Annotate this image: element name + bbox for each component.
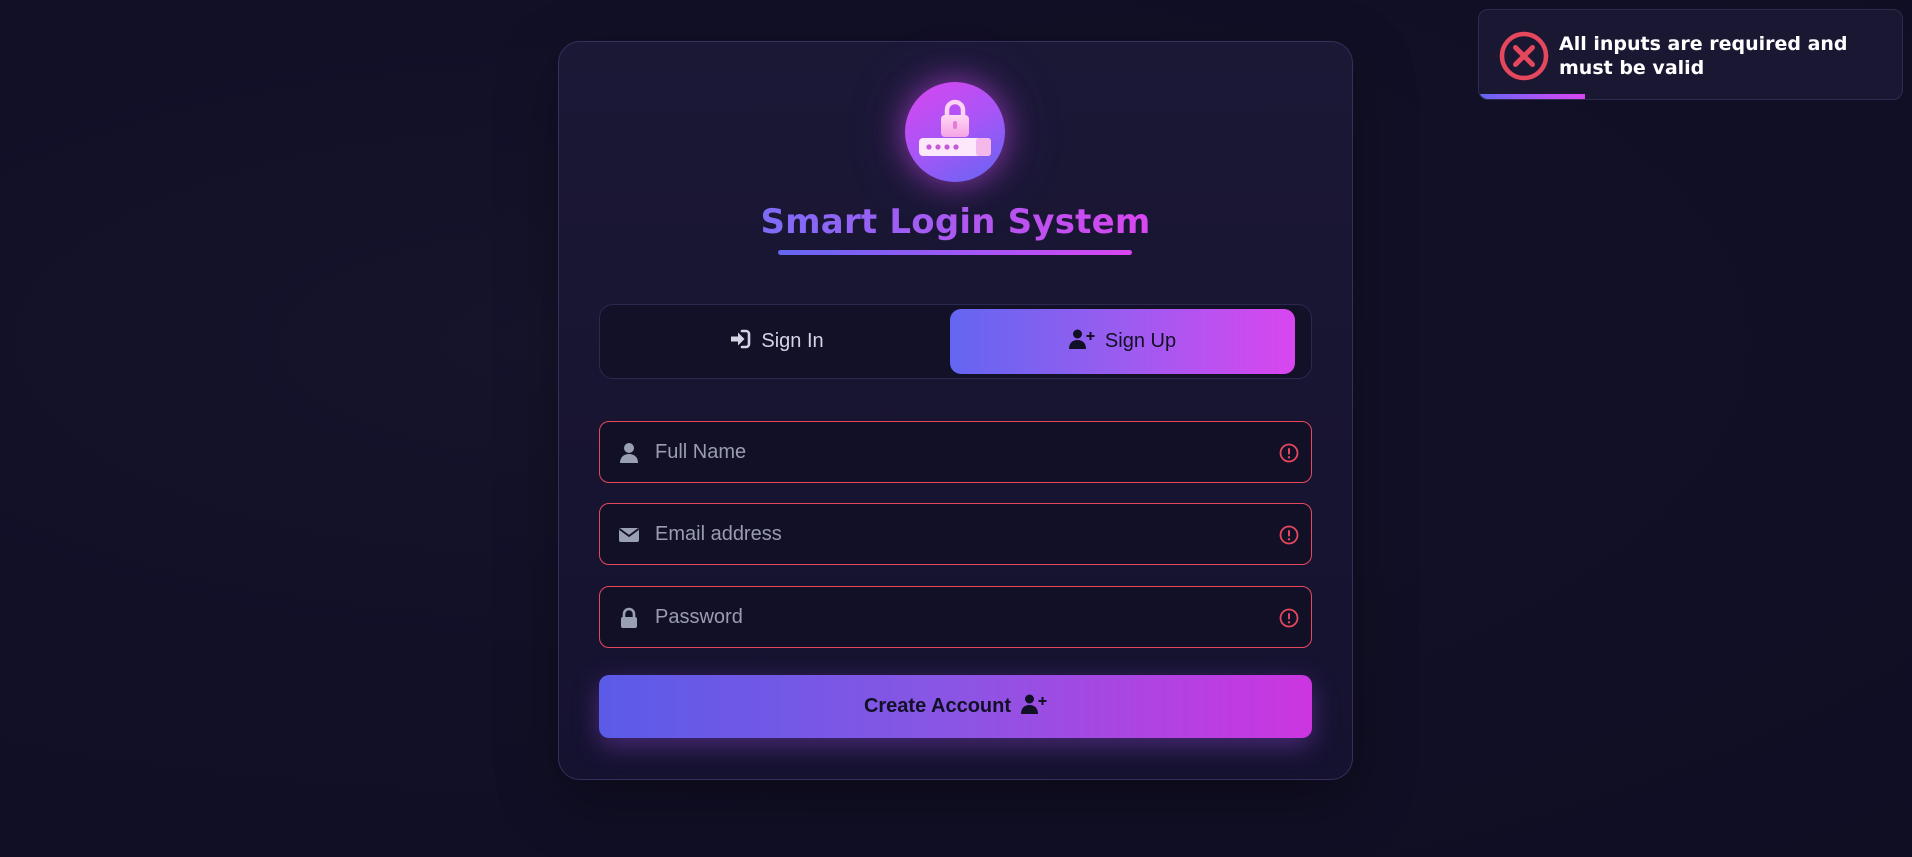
lock-password-icon: [905, 82, 1005, 182]
lock-icon: [618, 607, 640, 629]
user-plus-icon: [1068, 329, 1095, 355]
tab-sign-in-label: Sign In: [761, 330, 824, 352]
tab-sign-up[interactable]: Sign Up: [950, 309, 1295, 374]
x-circle-icon: [1499, 31, 1549, 81]
exclamation-circle-icon: [1279, 608, 1299, 628]
exclamation-circle-icon: [1279, 525, 1299, 545]
create-account-button[interactable]: Create Account: [599, 675, 1312, 738]
page-title: Smart Login System: [559, 202, 1352, 252]
password-field: [599, 586, 1312, 648]
auth-tabs: Sign In Sign Up: [599, 304, 1312, 379]
create-account-label: Create Account: [863, 695, 1012, 717]
toast-progress-bar: [1479, 94, 1585, 99]
tab-sign-in[interactable]: Sign In: [604, 309, 949, 374]
full-name-input[interactable]: [655, 422, 1245, 482]
sign-in-arrow-icon: [729, 329, 751, 355]
exclamation-circle-icon: [1279, 443, 1299, 463]
email-field: [599, 503, 1312, 565]
user-icon: [618, 442, 640, 464]
full-name-field: [599, 421, 1312, 483]
envelope-icon: [618, 524, 640, 546]
auth-card: Smart Login System Sign In Sign Up Full …: [558, 41, 1353, 780]
email-input[interactable]: [655, 504, 1245, 564]
toast-message: All inputs are required and must be vali…: [1559, 33, 1848, 79]
password-input[interactable]: [655, 587, 1245, 647]
tab-sign-up-label: Sign Up: [1104, 330, 1177, 352]
title-underline: [778, 250, 1132, 255]
user-plus-icon: [1021, 694, 1047, 720]
error-toast[interactable]: All inputs are required and must be vali…: [1478, 9, 1903, 100]
page-title-text: Smart Login System: [760, 202, 1150, 252]
